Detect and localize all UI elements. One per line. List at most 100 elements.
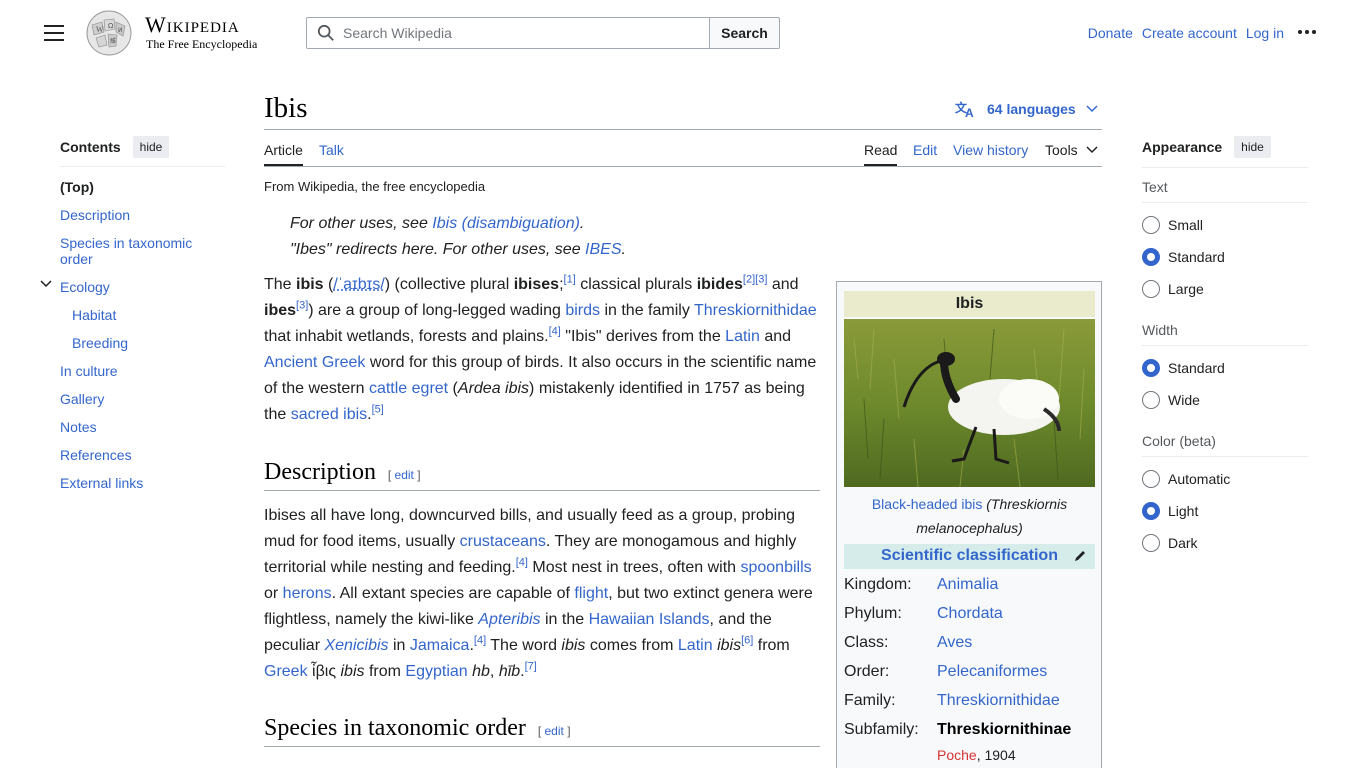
link-hawaiian-islands[interactable]: Hawaiian Islands [589, 611, 710, 628]
wikipedia-globe-logo[interactable]: W Ω И 維 [84, 10, 134, 56]
toc-item-breeding[interactable]: Breeding [72, 335, 128, 351]
language-count: 64 languages [987, 101, 1076, 117]
hatnote-link-disambiguation[interactable]: Ibis (disambiguation) [432, 215, 580, 232]
taxon-link[interactable]: Aves [937, 634, 972, 652]
link-flight[interactable]: flight [574, 585, 608, 602]
cite-3[interactable]: [3] [755, 274, 767, 286]
link-herons[interactable]: herons [283, 585, 332, 602]
cite-1[interactable]: [1] [564, 274, 576, 286]
language-button[interactable]: 文 A 64 languages [955, 100, 1098, 118]
tab-view-history[interactable]: View history [953, 142, 1028, 158]
cite-3b[interactable]: [3] [296, 300, 308, 312]
infobox-caption: Black-headed ibis (Threskiornis melanocep… [844, 492, 1095, 540]
ellipsis-icon[interactable] [1298, 30, 1316, 34]
radio-color-light[interactable]: Light [1142, 502, 1198, 520]
tab-read[interactable]: Read [864, 142, 897, 158]
radio-width-standard[interactable]: Standard [1142, 359, 1225, 377]
toc-item-gallery[interactable]: Gallery [60, 391, 104, 407]
toc-item-top[interactable]: (Top) [60, 179, 94, 195]
edit-species-link[interactable]: edit [545, 724, 564, 738]
create-account-link[interactable]: Create account [1142, 25, 1237, 41]
cite-4[interactable]: [4] [549, 326, 561, 338]
tab-article[interactable]: Article [264, 142, 303, 158]
link-jamaica[interactable]: Jamaica [410, 637, 470, 654]
description-paragraph: Ibises all have long, downcurved bills, … [264, 503, 824, 685]
toc-item-ecology[interactable]: Ecology [60, 279, 110, 295]
toc-item-species[interactable]: Species in taxonomic order [60, 235, 210, 267]
infobox-image[interactable] [844, 319, 1095, 487]
search-input[interactable] [343, 25, 683, 41]
menu-icon[interactable] [44, 25, 64, 41]
toc-hide-button[interactable]: hide [133, 136, 170, 158]
cite-7[interactable]: [7] [525, 661, 537, 673]
taxon-link[interactable]: Animalia [937, 576, 998, 594]
pencil-icon[interactable] [1073, 549, 1087, 563]
radio-text-small[interactable]: Small [1142, 216, 1203, 234]
search-button[interactable]: Search [709, 17, 780, 49]
cite-4[interactable]: [4] [474, 635, 486, 647]
chevron-down-icon [1086, 146, 1098, 154]
taxon-rank: Kingdom: [844, 576, 912, 594]
caption-link[interactable]: Black-headed ibis [872, 496, 983, 512]
toc-item-external-links[interactable]: External links [60, 475, 143, 491]
text-size-label: Text [1142, 179, 1308, 203]
link-latin-2[interactable]: Latin [678, 637, 713, 654]
appearance-title: Appearance [1142, 139, 1222, 155]
taxon-link[interactable]: Chordata [937, 605, 1003, 623]
hatnote-link-ibes[interactable]: IBES [585, 241, 621, 258]
taxon-link[interactable]: Pelecaniformes [937, 663, 1047, 681]
wikipedia-wordmark[interactable]: Wikipedia [145, 12, 240, 38]
radio-circle [1142, 502, 1160, 520]
infobox: Ibis Black-headed ibis (Threskiornis mel… [836, 281, 1102, 768]
link-cattle-egret[interactable]: cattle egret [369, 380, 448, 397]
svg-text:W: W [96, 25, 104, 34]
toc-item-references[interactable]: References [60, 447, 132, 463]
link-apteribis[interactable]: Apteribis [478, 611, 540, 628]
link-ancient-greek[interactable]: Ancient Greek [264, 354, 365, 371]
log-in-link[interactable]: Log in [1246, 25, 1284, 41]
toc-item-in-culture[interactable]: In culture [60, 363, 118, 379]
cite-6[interactable]: [6] [741, 635, 753, 647]
svg-text:И: И [118, 27, 123, 34]
toc-title: Contents [60, 139, 121, 155]
radio-label: Automatic [1168, 471, 1230, 487]
link-greek[interactable]: Greek [264, 663, 308, 680]
toc-item-notes[interactable]: Notes [60, 419, 97, 435]
authority-link[interactable]: Poche [937, 747, 977, 763]
cite-2[interactable]: [2] [743, 274, 755, 286]
radio-width-wide[interactable]: Wide [1142, 391, 1200, 409]
radio-circle [1142, 280, 1160, 298]
link-crustaceans[interactable]: crustaceans [460, 533, 546, 550]
radio-text-standard[interactable]: Standard [1142, 248, 1225, 266]
toc-item-description[interactable]: Description [60, 207, 130, 223]
donate-link[interactable]: Donate [1088, 25, 1133, 41]
link-sacred-ibis[interactable]: sacred ibis [291, 406, 367, 423]
cite-5[interactable]: [5] [372, 404, 384, 416]
edit-section-link: [ edit ] [538, 724, 571, 738]
tab-talk[interactable]: Talk [319, 142, 344, 158]
link-spoonbills[interactable]: spoonbills [740, 559, 811, 576]
tab-edit[interactable]: Edit [913, 142, 937, 158]
radio-color-automatic[interactable]: Automatic [1142, 470, 1230, 488]
taxon-link[interactable]: Threskiornithidae [937, 692, 1060, 710]
cite-4[interactable]: [4] [516, 557, 528, 569]
ipa-link[interactable]: /ˈaɪbɪs/ [333, 276, 384, 293]
scientific-classification-link[interactable]: Scientific classification [844, 544, 1095, 568]
heading-text: Species in taxonomic order [264, 715, 526, 741]
edit-description-link[interactable]: edit [395, 468, 414, 482]
radio-text-large[interactable]: Large [1142, 280, 1204, 298]
taxon-rank: Family: [844, 692, 896, 710]
link-latin[interactable]: Latin [725, 328, 760, 345]
link-egyptian[interactable]: Egyptian [405, 663, 467, 680]
taxon-rank: Class: [844, 634, 888, 652]
link-threskiornithidae[interactable]: Threskiornithidae [694, 302, 817, 319]
tools-menu[interactable]: Tools [1045, 142, 1098, 158]
chevron-down-icon[interactable] [40, 280, 52, 288]
link-xenicibis[interactable]: Xenicibis [324, 637, 388, 654]
tabs-divider [264, 166, 1102, 167]
appearance-hide-button[interactable]: hide [1234, 136, 1271, 158]
hatnote-text: For other uses, see [290, 215, 432, 232]
toc-item-habitat[interactable]: Habitat [72, 307, 116, 323]
link-birds[interactable]: birds [565, 302, 600, 319]
radio-color-dark[interactable]: Dark [1142, 534, 1198, 552]
